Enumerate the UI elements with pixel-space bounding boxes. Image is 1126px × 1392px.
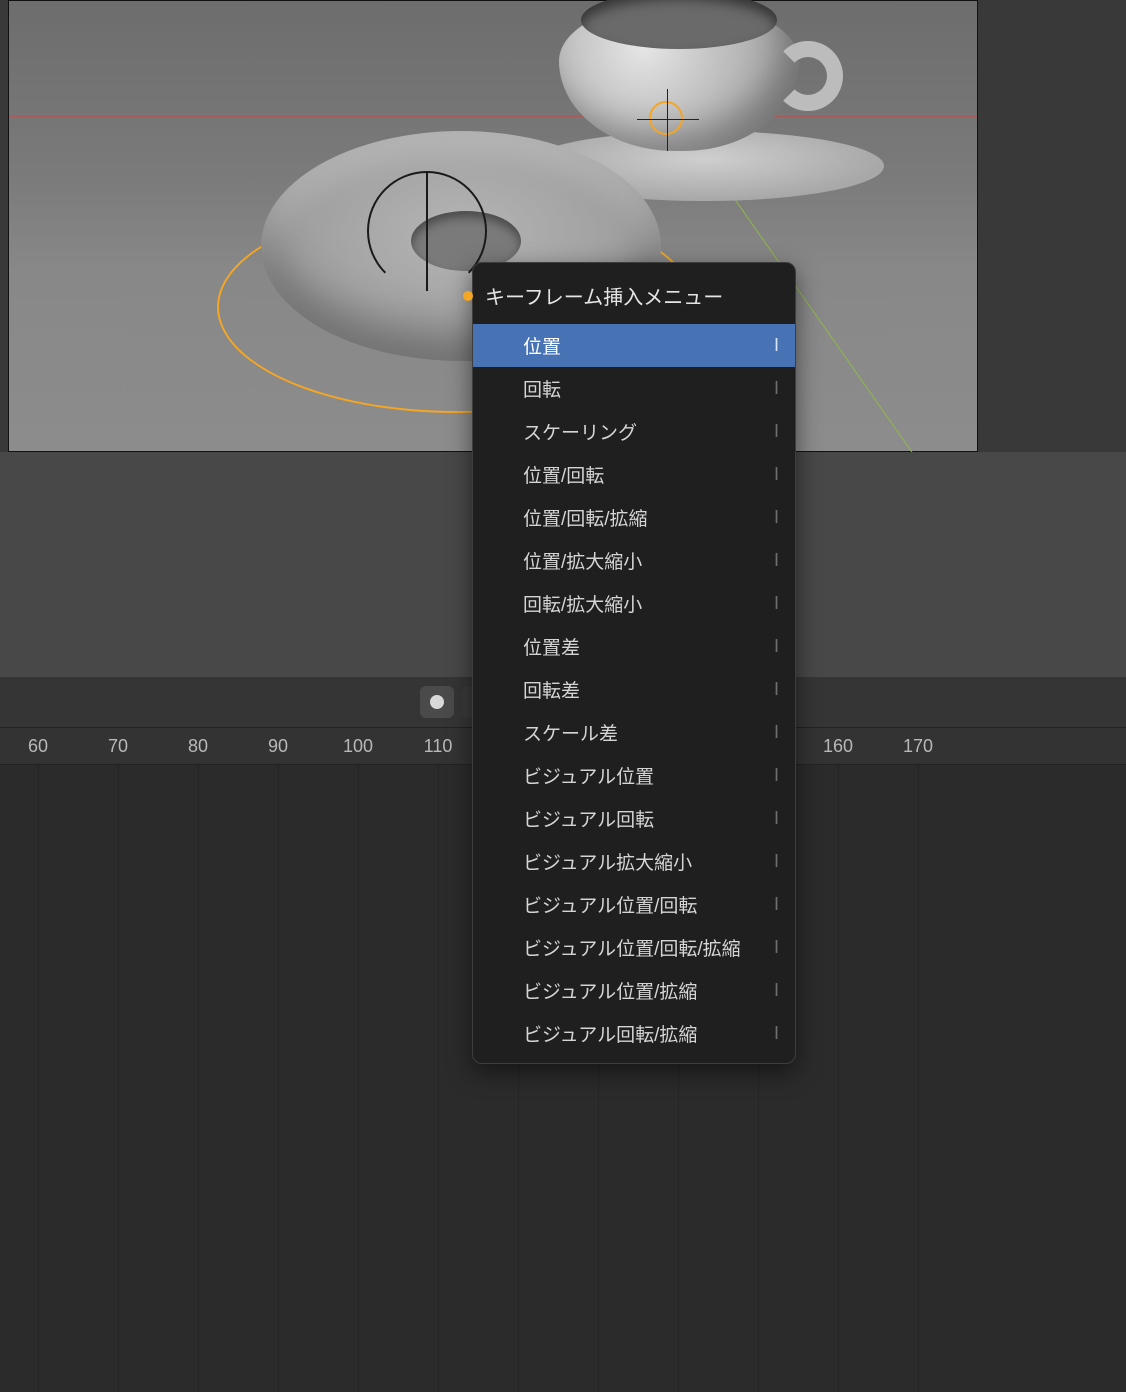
menu-item[interactable]: 回転/拡大縮小 I <box>473 582 795 625</box>
menu-item[interactable]: ビジュアル回転/拡縮 I <box>473 1012 795 1055</box>
menu-item-label: 回転 <box>523 375 561 402</box>
cursor-3d-icon <box>649 101 683 135</box>
menu-item-shortcut: I <box>774 937 779 958</box>
menu-item-shortcut: I <box>774 507 779 528</box>
frame-gridline <box>118 765 119 1392</box>
menu-item-label: 位置/回転/拡縮 <box>523 504 648 531</box>
menu-item[interactable]: ビジュアル位置 I <box>473 754 795 797</box>
menu-item[interactable]: 位置/回転/拡縮 I <box>473 496 795 539</box>
menu-item-shortcut: I <box>774 335 779 356</box>
menu-item-label: スケーリング <box>523 418 637 445</box>
menu-item-label: 位置/回転 <box>523 461 604 488</box>
menu-item-shortcut: I <box>774 808 779 829</box>
menu-item[interactable]: 位置 I <box>473 324 795 367</box>
menu-item-label: ビジュアル位置 <box>523 762 654 789</box>
menu-item-label: 位置/拡大縮小 <box>523 547 642 574</box>
menu-item[interactable]: ビジュアル拡大縮小 I <box>473 840 795 883</box>
menu-item-shortcut: I <box>774 851 779 872</box>
frame-tick: 80 <box>188 728 208 764</box>
menu-item-shortcut: I <box>774 980 779 1001</box>
menu-item-shortcut: I <box>774 464 779 485</box>
menu-item-shortcut: I <box>774 378 779 399</box>
frame-tick: 70 <box>108 728 128 764</box>
menu-item[interactable]: ビジュアル位置/拡縮 I <box>473 969 795 1012</box>
menu-item-label: 位置 <box>523 332 561 359</box>
menu-item-label: スケール差 <box>523 719 618 746</box>
menu-item[interactable]: ビジュアル位置/回転 I <box>473 883 795 926</box>
menu-item[interactable]: ビジュアル回転 I <box>473 797 795 840</box>
menu-item[interactable]: 位置/回転 I <box>473 453 795 496</box>
menu-item-label: ビジュアル位置/回転/拡縮 <box>523 934 741 961</box>
frame-gridline <box>918 765 919 1392</box>
menu-item[interactable]: 回転差 I <box>473 668 795 711</box>
menu-item-shortcut: I <box>774 550 779 571</box>
menu-item-shortcut: I <box>774 593 779 614</box>
menu-title: キーフレーム挿入メニュー <box>473 269 795 324</box>
frame-tick: 60 <box>28 728 48 764</box>
frame-tick: 170 <box>903 728 933 764</box>
menu-item-label: ビジュアル位置/拡縮 <box>523 977 697 1004</box>
menu-title-text: キーフレーム挿入メニュー <box>485 281 723 310</box>
menu-item[interactable]: スケーリング I <box>473 410 795 453</box>
menu-item-label: ビジュアル位置/回転 <box>523 891 697 918</box>
menu-item-label: ビジュアル回転/拡縮 <box>523 1020 697 1047</box>
menu-item[interactable]: ビジュアル位置/回転/拡縮 I <box>473 926 795 969</box>
menu-item-shortcut: I <box>774 636 779 657</box>
menu-item-label: 位置差 <box>523 633 580 660</box>
menu-item-shortcut: I <box>774 1023 779 1044</box>
frame-gridline <box>838 765 839 1392</box>
menu-item-shortcut: I <box>774 894 779 915</box>
menu-item[interactable]: 回転 I <box>473 367 795 410</box>
menu-item[interactable]: 位置/拡大縮小 I <box>473 539 795 582</box>
menu-item-label: 回転/拡大縮小 <box>523 590 642 617</box>
frame-tick: 110 <box>424 728 453 764</box>
menu-item-shortcut: I <box>774 765 779 786</box>
menu-item-label: ビジュアル拡大縮小 <box>523 848 692 875</box>
menu-item[interactable]: スケール差 I <box>473 711 795 754</box>
frame-gridline <box>438 765 439 1392</box>
frame-gridline <box>278 765 279 1392</box>
menu-item[interactable]: 位置差 I <box>473 625 795 668</box>
horizon-line <box>9 116 977 117</box>
frame-gridline <box>38 765 39 1392</box>
frame-tick: 160 <box>823 728 853 764</box>
menu-item-shortcut: I <box>774 722 779 743</box>
frame-gridline <box>358 765 359 1392</box>
menu-item-shortcut: I <box>774 679 779 700</box>
menu-item-label: ビジュアル回転 <box>523 805 654 832</box>
menu-item-shortcut: I <box>774 421 779 442</box>
auto-keying-toggle[interactable] <box>420 686 454 718</box>
frame-tick: 100 <box>343 728 373 764</box>
menu-item-label: 回転差 <box>523 676 580 703</box>
insert-keyframe-menu: キーフレーム挿入メニュー 位置I回転IスケーリングI位置/回転I位置/回転/拡縮… <box>472 262 796 1064</box>
frame-tick: 90 <box>268 728 288 764</box>
frame-gridline <box>198 765 199 1392</box>
keyframe-dot-icon <box>463 291 473 301</box>
